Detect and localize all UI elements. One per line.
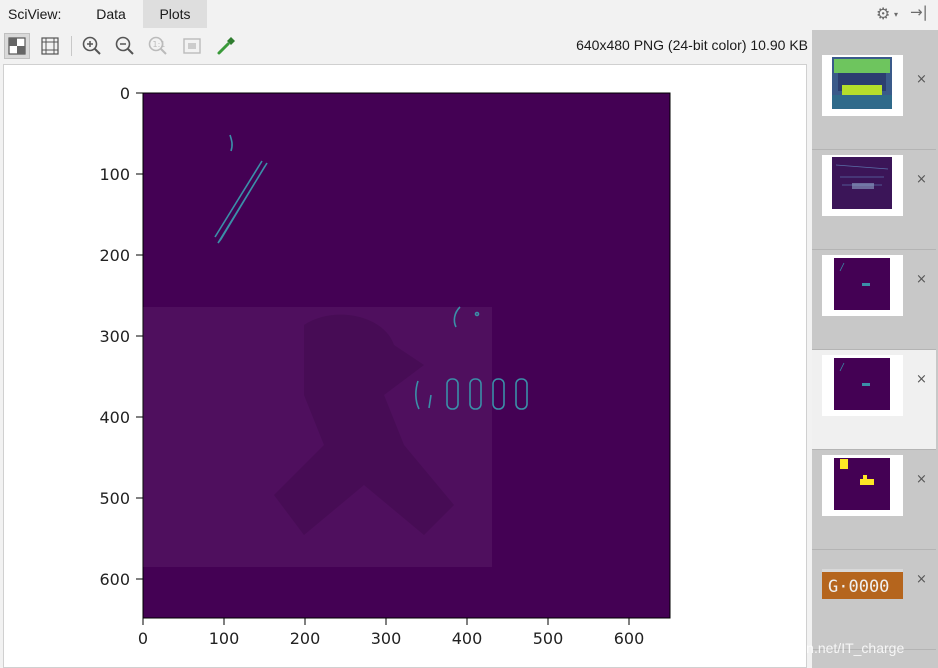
close-icon[interactable]: × xyxy=(916,172,927,187)
thumbnail-panel: × × × × × G·0000 × xyxy=(812,30,938,668)
x-tick-400: 400 xyxy=(452,629,483,648)
y-tick-500: 500 xyxy=(99,489,130,508)
tab-data[interactable]: Data xyxy=(82,0,140,28)
thumb-edges-2 xyxy=(822,355,903,416)
thumb-plate: G·0000 xyxy=(822,555,903,616)
toolbar: 1:1 640x480 PNG (24-bit color) 10.90 KB xyxy=(0,30,812,62)
x-tick-100: 100 xyxy=(209,629,240,648)
grid-icon xyxy=(41,37,59,55)
zoom-in-button[interactable] xyxy=(79,33,105,59)
y-tick-200: 200 xyxy=(99,246,130,265)
thumbnail-item[interactable]: G·0000 × xyxy=(812,550,936,650)
zoom-out-button[interactable] xyxy=(112,33,138,59)
plate-text: G·0000 xyxy=(828,577,889,597)
toolbar-separator xyxy=(71,36,72,56)
chevron-down-icon[interactable]: ▾ xyxy=(894,10,898,19)
thumbnail-item[interactable]: × xyxy=(812,150,936,250)
watermark-url: https://blog.csdn.net/IT_charge xyxy=(712,640,905,656)
y-tick-300: 300 xyxy=(99,327,130,346)
hide-panel-icon[interactable]: →| xyxy=(910,3,928,21)
grid-button[interactable] xyxy=(37,33,63,59)
gear-icon[interactable]: ⚙ xyxy=(876,4,890,23)
close-icon[interactable]: × xyxy=(916,572,927,587)
close-icon[interactable]: × xyxy=(916,372,927,387)
close-icon[interactable]: × xyxy=(916,272,927,287)
x-tick-200: 200 xyxy=(290,629,321,648)
thumbnail-item[interactable]: × xyxy=(812,50,936,150)
thumb-car-viridis xyxy=(822,55,903,116)
y-tick-100: 100 xyxy=(99,165,130,184)
actual-size-button[interactable]: 1:1 xyxy=(145,33,171,59)
y-tick-600: 600 xyxy=(99,570,130,589)
x-axis: 0 100 200 300 400 500 600 xyxy=(138,618,644,648)
close-icon[interactable]: × xyxy=(916,472,927,487)
zoom-out-icon xyxy=(115,36,134,55)
x-tick-600: 600 xyxy=(614,629,645,648)
x-tick-500: 500 xyxy=(533,629,564,648)
image-viewer[interactable]: 0 100 200 300 400 500 600 0 100 200 300 … xyxy=(3,64,807,668)
y-tick-400: 400 xyxy=(99,408,130,427)
chessboard-icon xyxy=(8,37,26,55)
thumbnail-item-selected[interactable]: × xyxy=(812,350,936,450)
y-axis: 0 100 200 300 400 500 600 xyxy=(99,84,143,589)
x-tick-0: 0 xyxy=(138,629,148,648)
thumbnail-item[interactable]: × xyxy=(812,450,936,550)
chessboard-button[interactable] xyxy=(4,33,30,59)
thumb-yellow-mask xyxy=(822,455,903,516)
color-picker-button[interactable] xyxy=(213,33,239,59)
thumbnail-item[interactable]: × xyxy=(812,250,936,350)
svg-text:1:1: 1:1 xyxy=(153,40,166,49)
tab-plots[interactable]: Plots xyxy=(143,0,207,28)
y-tick-0: 0 xyxy=(120,84,130,103)
actual-size-icon: 1:1 xyxy=(148,36,167,55)
x-tick-300: 300 xyxy=(371,629,402,648)
thumb-edges-1 xyxy=(822,255,903,316)
close-icon[interactable]: × xyxy=(916,72,927,87)
image-info: 640x480 PNG (24-bit color) 10.90 KB xyxy=(576,37,808,53)
fit-button[interactable] xyxy=(179,33,205,59)
zoom-in-icon xyxy=(82,36,101,55)
sciview-label: SciView: xyxy=(8,6,62,22)
fit-icon xyxy=(183,38,201,54)
color-picker-icon xyxy=(217,37,235,55)
thumb-car-edges xyxy=(822,155,903,216)
top-bar: SciView: Data Plots ⚙ ▾ →| xyxy=(0,0,938,30)
plot-image: 0 100 200 300 400 500 600 0 100 200 300 … xyxy=(99,84,671,648)
